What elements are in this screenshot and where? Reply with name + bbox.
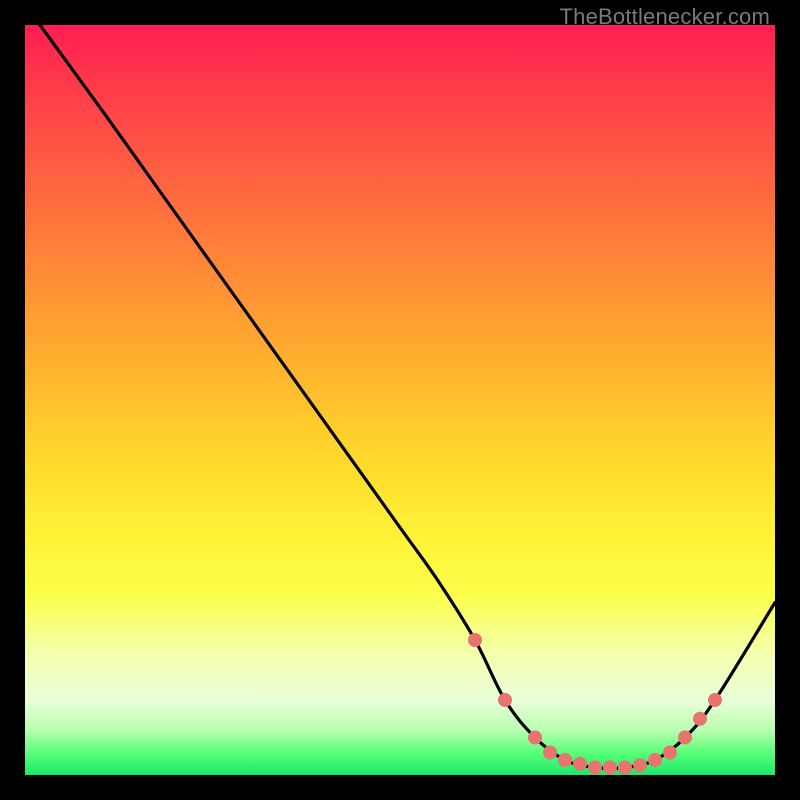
curve-marker	[618, 761, 632, 775]
curve-marker	[573, 757, 587, 771]
curve-marker	[498, 693, 512, 707]
curve-markers	[468, 633, 722, 775]
bottleneck-curve	[40, 25, 775, 769]
curve-marker	[693, 712, 707, 726]
curve-marker	[678, 731, 692, 745]
curve-marker	[543, 746, 557, 760]
curve-marker	[663, 746, 677, 760]
curve-marker	[468, 633, 482, 647]
chart-svg	[25, 25, 775, 775]
curve-marker	[708, 693, 722, 707]
curve-marker	[528, 731, 542, 745]
curve-marker	[588, 761, 602, 775]
curve-marker	[603, 761, 617, 775]
curve-marker	[648, 753, 662, 767]
chart-plot-area	[25, 25, 775, 775]
curve-marker	[633, 758, 647, 772]
curve-marker	[558, 753, 572, 767]
